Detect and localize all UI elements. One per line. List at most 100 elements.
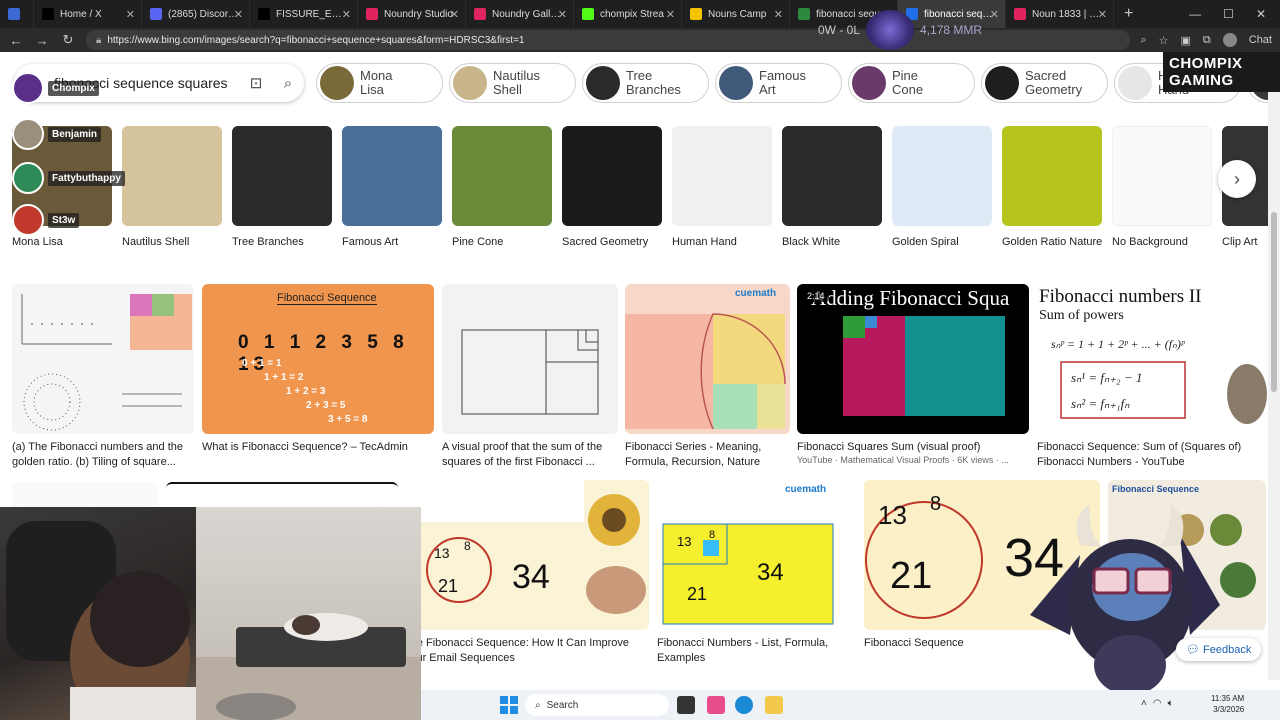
tab-close-icon[interactable]: ✕ <box>126 8 135 21</box>
tab-close-icon[interactable]: ✕ <box>558 8 567 21</box>
result-thumbnail[interactable]: cuemath <box>625 284 790 434</box>
related-thumbnail[interactable] <box>1112 126 1212 226</box>
result-thumbnail[interactable]: 13 8 21 34 <box>404 480 649 630</box>
browser-tab[interactable] <box>0 0 34 28</box>
refinement-chip[interactable]: Tree Branches <box>582 63 709 103</box>
page-scrollbar[interactable] <box>1268 52 1280 680</box>
related-search-item[interactable]: Human Hand <box>672 126 772 248</box>
related-thumbnail[interactable] <box>122 126 222 226</box>
result-title[interactable]: Fibonacci Sequence: Sum of (Squares of) … <box>1037 440 1268 470</box>
forward-icon[interactable]: → <box>34 33 50 48</box>
browser-tab[interactable]: Home / X ✕ <box>34 0 142 28</box>
tab-favicon-icon <box>258 8 270 20</box>
result-card[interactable]: 13 8 21 34 The Fibonacci Sequence: How I… <box>404 480 649 666</box>
result-thumbnail[interactable]: Fibonacci Sequence 0 1 1 2 3 5 8 13 0 + … <box>202 284 434 434</box>
result-thumbnail[interactable]: 13 8 21 34 cuemath <box>657 480 857 630</box>
related-search-item[interactable]: Tree Branches <box>232 126 332 248</box>
result-thumbnail[interactable] <box>442 284 618 434</box>
tab-close-icon[interactable]: ✕ <box>450 8 459 21</box>
avatar[interactable] <box>1222 33 1237 47</box>
taskbar-clock[interactable]: 11:35 AM 3/3/2026 <box>1211 693 1244 715</box>
tab-close-icon[interactable]: ✕ <box>990 8 999 21</box>
result-card[interactable]: A visual proof that the sum of the squar… <box>442 284 618 470</box>
tab-close-icon[interactable]: ✕ <box>774 8 783 21</box>
refinement-chip[interactable]: Nautilus Shell <box>449 63 576 103</box>
refinement-chip[interactable]: Mona Lisa <box>316 63 443 103</box>
result-card[interactable]: Fibonacci numbers II Sum of powers sₙᵖ =… <box>1037 284 1268 470</box>
related-thumbnail[interactable] <box>342 126 442 226</box>
related-search-item[interactable]: Golden Spiral <box>892 126 992 248</box>
result-title[interactable]: The Fibonacci Sequence: How It Can Impro… <box>404 636 649 666</box>
tab-close-icon[interactable]: ✕ <box>1098 8 1107 21</box>
refinement-chip[interactable]: Sacred Geometry <box>981 63 1108 103</box>
collections-icon[interactable]: ⧉ <box>1203 34 1211 47</box>
windows-start-icon[interactable] <box>499 695 519 715</box>
result-card[interactable]: Fibonacci Sequence 0 1 1 2 3 5 8 13 0 + … <box>202 284 434 455</box>
related-thumbnail[interactable] <box>672 126 772 226</box>
related-thumbnail[interactable] <box>562 126 662 226</box>
related-search-item[interactable]: Sacred Geometry <box>562 126 662 248</box>
new-tab-button[interactable]: + <box>1114 5 1143 23</box>
maximize-icon[interactable]: ☐ <box>1223 7 1234 21</box>
screen: Home / X✕(2865) Discord | 🎉✕FISSURE_ENG … <box>0 0 1280 720</box>
result-title[interactable]: Fibonacci Series - Meaning, Formula, Rec… <box>625 440 790 470</box>
volume-icon[interactable]: 🔈︎ <box>1168 698 1174 709</box>
result-thumbnail[interactable]: Fibonacci numbers II Sum of powers sₙᵖ =… <box>1037 284 1268 434</box>
related-search-item[interactable]: Pine Cone <box>452 126 552 248</box>
refresh-icon[interactable]: ↻ <box>60 32 76 48</box>
visual-search-icon[interactable]: ⊡ <box>240 74 272 92</box>
scrollbar-thumb[interactable] <box>1271 212 1277 392</box>
tab-favicon-icon <box>42 8 54 20</box>
zoom-icon[interactable]: ⌕ <box>1140 34 1146 47</box>
related-search-item[interactable]: Black White <box>782 126 882 248</box>
browser-tab[interactable]: (2865) Discord | 🎉✕ <box>142 0 250 28</box>
carousel-next-button[interactable]: › <box>1218 160 1256 198</box>
browser-tab[interactable]: Noundry Studio ✕ <box>358 0 466 28</box>
browser-tab[interactable]: FISSURE_ENG on X✕ <box>250 0 358 28</box>
result-title[interactable]: Fibonacci Squares Sum (visual proof) <box>797 440 1029 455</box>
result-thumbnail[interactable] <box>12 284 194 434</box>
related-search-item[interactable]: No Background <box>1112 126 1212 248</box>
copilot-icon[interactable] <box>707 696 725 714</box>
back-icon[interactable]: ← <box>8 33 24 48</box>
chat-button[interactable]: Chat <box>1249 34 1272 46</box>
tab-close-icon[interactable]: ✕ <box>666 8 675 21</box>
video-result-card[interactable]: Adding Fibonacci Squa 2:14 Fibonacci Squ… <box>797 284 1029 465</box>
refinement-chip[interactable]: Famous Art <box>715 63 842 103</box>
result-title[interactable]: (a) The Fibonacci numbers and the golden… <box>12 440 194 470</box>
result-card[interactable]: (a) The Fibonacci numbers and the golden… <box>12 284 194 470</box>
file-explorer-icon[interactable] <box>765 696 783 714</box>
browser-tab[interactable]: Noundry Gallery ✕ <box>466 0 574 28</box>
related-search-item[interactable]: Famous Art <box>342 126 442 248</box>
browser-tab[interactable]: Nouns Camp ✕ <box>682 0 790 28</box>
task-view-icon[interactable] <box>677 696 695 714</box>
result-title[interactable]: Fibonacci Numbers - List, Formula, Examp… <box>657 636 857 666</box>
browser-tab[interactable]: chompix Strea ✕ <box>574 0 682 28</box>
result-card[interactable]: cuemath Fibonacci Series - Meaning, Form… <box>625 284 790 470</box>
extensions-icon[interactable]: ▣ <box>1180 34 1190 47</box>
related-search-item[interactable]: Golden Ratio Nature <box>1002 126 1102 248</box>
tab-close-icon[interactable]: ✕ <box>342 8 351 21</box>
minimize-icon[interactable]: — <box>1189 7 1201 21</box>
favorite-star-icon[interactable]: ☆ <box>1159 34 1169 47</box>
taskbar-search[interactable]: ⌕ Search <box>525 694 669 716</box>
result-title[interactable]: What is Fibonacci Sequence? – TecAdmin <box>202 440 434 455</box>
feedback-button[interactable]: 💬︎ Feedback <box>1176 638 1262 661</box>
tab-close-icon[interactable]: ✕ <box>234 8 243 21</box>
video-thumbnail[interactable]: Adding Fibonacci Squa 2:14 <box>797 284 1029 434</box>
related-search-item[interactable]: Nautilus Shell <box>122 126 222 248</box>
related-thumbnail[interactable] <box>1002 126 1102 226</box>
edge-icon[interactable] <box>735 696 753 714</box>
browser-tab[interactable]: Noun 1833 | probe✕ <box>1006 0 1114 28</box>
refinement-chip[interactable]: Pine Cone <box>848 63 975 103</box>
close-icon[interactable]: ✕ <box>1256 7 1266 21</box>
related-thumbnail[interactable] <box>782 126 882 226</box>
result-card[interactable]: 13 8 21 34 cuemath Fibonacci Numbers - L… <box>657 480 857 666</box>
related-thumbnail[interactable] <box>452 126 552 226</box>
related-thumbnail[interactable] <box>232 126 332 226</box>
result-title[interactable]: A visual proof that the sum of the squar… <box>442 440 618 470</box>
wifi-icon[interactable]: ◠ <box>1153 698 1162 709</box>
search-icon[interactable]: ⌕ <box>272 75 304 92</box>
related-thumbnail[interactable] <box>892 126 992 226</box>
chevron-up-icon[interactable]: ˄ <box>1141 698 1147 709</box>
